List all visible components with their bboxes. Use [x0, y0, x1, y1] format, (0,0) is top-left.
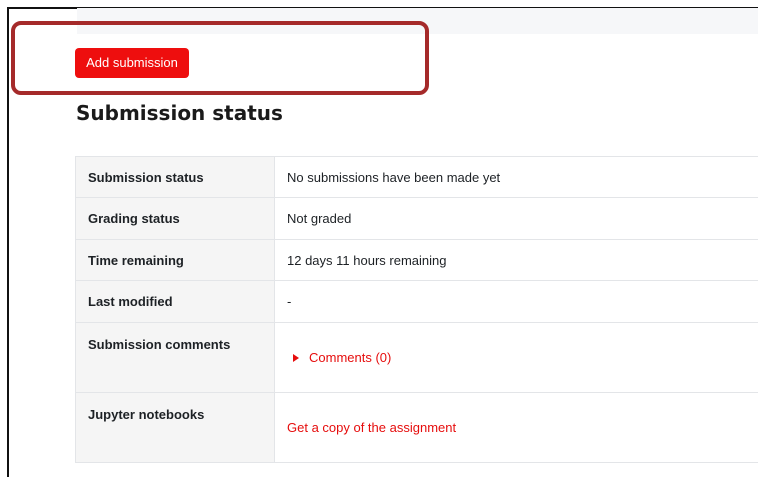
- jupyter-notebooks-cell: Get a copy of the assignment: [275, 393, 758, 463]
- row-label: Last modified: [76, 281, 275, 323]
- caret-right-icon: [293, 354, 299, 362]
- comments-link-label: Comments (0): [309, 350, 391, 365]
- submission-status-table: Submission status No submissions have be…: [75, 156, 758, 463]
- table-row: Submission status No submissions have be…: [76, 157, 758, 198]
- row-label: Submission status: [76, 157, 275, 198]
- page-title: Submission status: [76, 101, 283, 125]
- submission-status-value: No submissions have been made yet: [275, 157, 758, 198]
- submission-comments-cell: Comments (0): [275, 323, 758, 393]
- table-row: Time remaining 12 days 11 hours remainin…: [76, 240, 758, 281]
- table-row: Last modified -: [76, 281, 758, 323]
- row-label: Jupyter notebooks: [76, 393, 275, 463]
- highlight-annotation-box: [11, 21, 429, 95]
- time-remaining-value: 12 days 11 hours remaining: [275, 240, 758, 281]
- table-row: Grading status Not graded: [76, 198, 758, 240]
- row-label: Time remaining: [76, 240, 275, 281]
- add-submission-button[interactable]: Add submission: [75, 48, 189, 78]
- last-modified-value: -: [275, 281, 758, 323]
- row-label: Grading status: [76, 198, 275, 240]
- table-row: Jupyter notebooks Get a copy of the assi…: [76, 393, 758, 463]
- get-assignment-copy-link[interactable]: Get a copy of the assignment: [287, 420, 456, 435]
- comments-toggle-link[interactable]: Comments (0): [287, 350, 391, 365]
- row-label: Submission comments: [76, 323, 275, 393]
- table-row: Submission comments Comments (0): [76, 323, 758, 393]
- grading-status-value: Not graded: [275, 198, 758, 240]
